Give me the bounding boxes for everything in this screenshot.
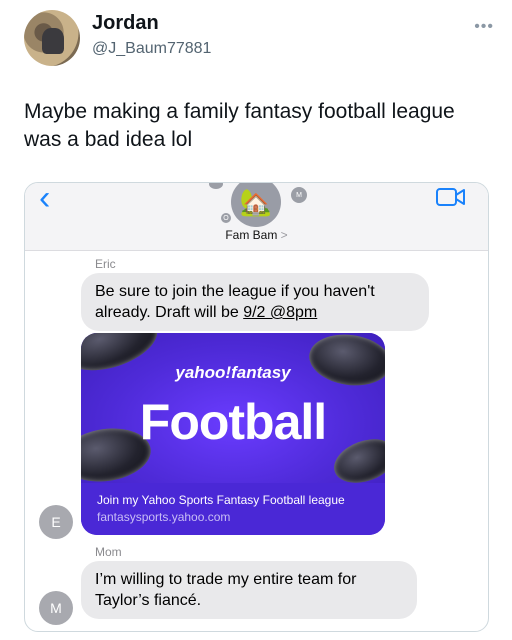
author-name[interactable]: Jordan <box>92 12 159 35</box>
message-bubble: Be sure to join the league if you haven'… <box>81 273 429 331</box>
preview-title: Join my Yahoo Sports Fantasy Football le… <box>97 493 345 507</box>
sender-label-mom: Mom <box>95 545 122 559</box>
sender-label-eric: Eric <box>95 257 116 271</box>
member-avatar-m: M <box>291 187 307 203</box>
author-handle[interactable]: @J_Baum77881 <box>92 40 211 58</box>
preview-url: fantasysports.yahoo.com <box>97 510 231 524</box>
group-name: Fam Bam > <box>25 228 488 242</box>
date-link[interactable]: 9/2 @8pm <box>243 304 317 321</box>
back-chevron-icon: ‹ <box>39 182 51 217</box>
house-icon: 🏡 <box>239 186 273 217</box>
tweet-text: Maybe making a family fantasy football l… <box>24 100 455 151</box>
attached-screenshot[interactable]: ‹ 🏡 M O Fam Bam > Eric Be sure to join t… <box>24 182 489 632</box>
preview-footer: Join my Yahoo Sports Fantasy Football le… <box>81 483 385 535</box>
author-avatar[interactable] <box>24 10 80 66</box>
link-preview-card[interactable]: yahoo!fantasy Football Join my Yahoo Spo… <box>81 333 385 535</box>
conversation-header: ‹ 🏡 M O Fam Bam > <box>25 183 488 251</box>
group-name-label: Fam Bam <box>225 228 278 242</box>
video-call-icon <box>436 188 465 206</box>
contact-avatar-m[interactable]: M <box>39 591 73 625</box>
yahoo-fantasy-logo: yahoo!fantasy <box>175 363 291 382</box>
more-icon[interactable]: ••• <box>474 18 494 36</box>
group-avatar: 🏡 <box>231 183 281 227</box>
chevron-right-icon: > <box>280 228 288 242</box>
member-avatar-o: O <box>221 213 231 223</box>
preview-headline: Football <box>139 394 327 450</box>
preview-image: yahoo!fantasy Football <box>81 333 385 491</box>
contact-avatar-e[interactable]: E <box>39 505 73 539</box>
message-text: Be sure to join the league if you haven'… <box>95 283 375 321</box>
message-bubble: I’m willing to trade my entire team for … <box>81 561 417 619</box>
member-avatar-small <box>209 183 223 189</box>
avatar-figure <box>42 28 64 54</box>
